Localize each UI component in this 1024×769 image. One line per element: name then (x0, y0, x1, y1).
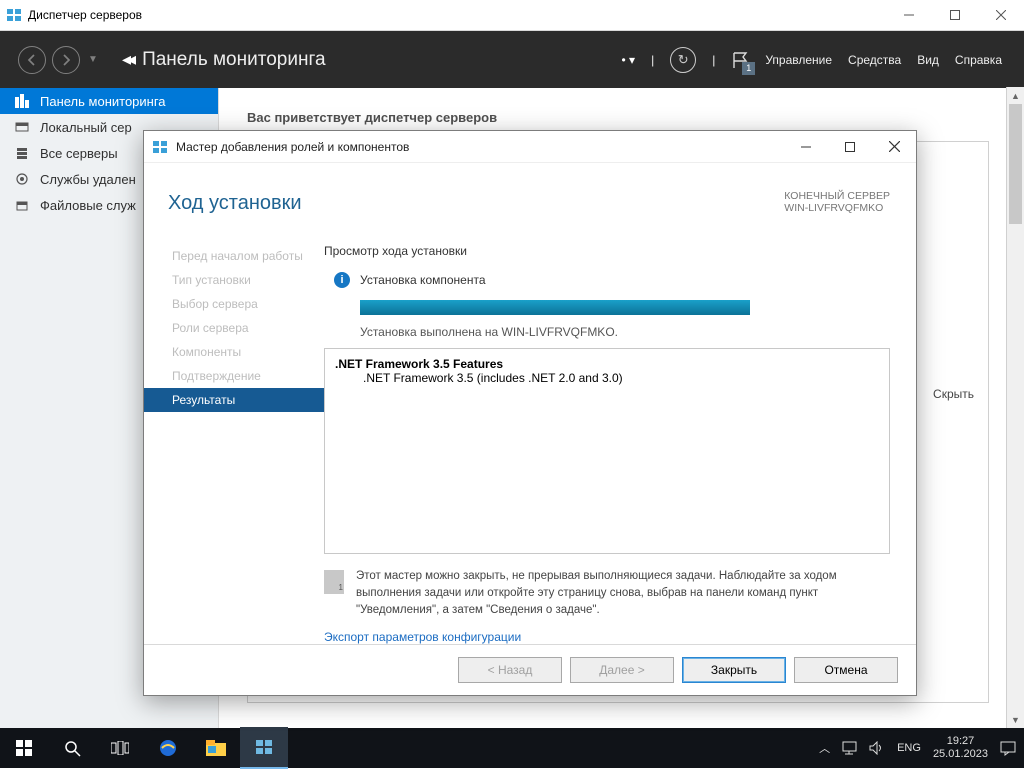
wizard-titlebar: Мастер добавления ролей и компонентов (144, 131, 916, 163)
results-list: .NET Framework 3.5 Features .NET Framewo… (324, 348, 890, 554)
wizard-icon (152, 139, 168, 155)
info-icon: i (334, 272, 350, 288)
wizard-title: Мастер добавления ролей и компонентов (176, 140, 784, 154)
vertical-scrollbar[interactable]: ▲ ▼ (1006, 87, 1024, 728)
step-server-selection: Выбор сервера (144, 292, 324, 316)
tray-language[interactable]: ENG (897, 742, 921, 754)
export-config-link[interactable]: Экспорт параметров конфигурации (324, 630, 890, 644)
window-title: Диспетчер серверов (28, 8, 886, 22)
breadcrumb-back-icon[interactable]: ◂◂ (122, 49, 132, 70)
hide-panel-link[interactable]: Скрыть (933, 387, 974, 401)
wizard-close-button[interactable] (872, 131, 916, 162)
note-flag-icon: 1 (324, 570, 344, 594)
tray-clock[interactable]: 19:27 25.01.2023 (933, 735, 988, 760)
notifications-button[interactable]: 1 (731, 51, 749, 69)
taskbar-explorer[interactable] (192, 728, 240, 768)
page-title: Панель мониторинга (142, 49, 621, 71)
close-button[interactable] (978, 0, 1024, 30)
step-install-type: Тип установки (144, 268, 324, 292)
status-label: Установка компонента (360, 273, 486, 287)
forward-button[interactable] (52, 46, 80, 74)
back-button[interactable] (18, 46, 46, 74)
welcome-heading: Вас приветствует диспетчер серверов (247, 110, 1002, 125)
wizard-step-nav: Перед началом работы Тип установки Выбор… (144, 244, 324, 644)
maximize-button[interactable] (932, 0, 978, 30)
note-text: Этот мастер можно закрыть, не прерывая в… (356, 568, 890, 618)
taskbar: ︿ ENG 19:27 25.01.2023 (0, 728, 1024, 768)
wizard-footer: < Назад Далее > Закрыть Отмена (144, 644, 916, 695)
remote-icon (14, 172, 30, 186)
wizard-maximize-button[interactable] (828, 131, 872, 162)
back-button: < Назад (458, 657, 562, 683)
nav-buttons: ▼ (0, 46, 116, 74)
menu-manage[interactable]: Управление (765, 53, 832, 67)
separator: | (712, 53, 715, 67)
window-titlebar: Диспетчер серверов (0, 0, 1024, 31)
menu-view[interactable]: Вид (917, 53, 939, 67)
tray-time: 19:27 (933, 735, 988, 748)
progress-bar (360, 300, 750, 315)
server-icon (14, 120, 30, 134)
next-button: Далее > (570, 657, 674, 683)
menu-tools[interactable]: Средства (848, 53, 901, 67)
header-bar: ▼ ◂◂ Панель мониторинга • ▾ | ↻ | 1 Упра… (0, 31, 1024, 88)
wizard-subtitle: Просмотр хода установки (324, 244, 890, 258)
servers-icon (14, 146, 30, 160)
dropdown-icon[interactable]: • ▾ (622, 53, 636, 67)
result-child: .NET Framework 3.5 (includes .NET 2.0 an… (335, 371, 879, 385)
wizard-header: Ход установки КОНЕЧНЫЙ СЕРВЕР WIN-LIVFRV… (144, 163, 916, 244)
wizard-content: Просмотр хода установки i Установка комп… (324, 244, 916, 644)
scroll-up-icon[interactable]: ▲ (1007, 87, 1024, 104)
step-results[interactable]: Результаты (144, 388, 324, 412)
step-confirmation: Подтверждение (144, 364, 324, 388)
sidebar-item-label: Панель мониторинга (40, 94, 166, 109)
step-server-roles: Роли сервера (144, 316, 324, 340)
task-view-button[interactable] (96, 728, 144, 768)
separator: | (651, 53, 654, 67)
scroll-thumb[interactable] (1009, 104, 1022, 224)
file-icon (14, 198, 30, 212)
search-button[interactable] (48, 728, 96, 768)
sidebar-item-label: Службы удален (40, 172, 136, 187)
sidebar-item-dashboard[interactable]: Панель мониторинга (0, 88, 218, 114)
menu-help[interactable]: Справка (955, 53, 1002, 67)
cancel-button[interactable]: Отмена (794, 657, 898, 683)
status-done-text: Установка выполнена на WIN-LIVFRVQFMKO. (360, 325, 890, 339)
step-features: Компоненты (144, 340, 324, 364)
taskbar-ie[interactable] (144, 728, 192, 768)
close-dialog-button[interactable]: Закрыть (682, 657, 786, 683)
minimize-button[interactable] (886, 0, 932, 30)
tray-network-icon[interactable] (842, 741, 857, 755)
tray-chevron-up-icon[interactable]: ︿ (819, 740, 830, 756)
dest-label: КОНЕЧНЫЙ СЕРВЕР (784, 190, 890, 202)
result-parent: .NET Framework 3.5 Features (335, 357, 879, 371)
sidebar-item-label: Локальный сер (40, 120, 132, 135)
tray-action-center-icon[interactable] (1000, 741, 1016, 756)
note-row: 1 Этот мастер можно закрыть, не прерывая… (324, 568, 890, 618)
tray-volume-icon[interactable] (869, 741, 885, 755)
notification-badge: 1 (742, 62, 755, 75)
tray-date: 25.01.2023 (933, 748, 988, 761)
scroll-down-icon[interactable]: ▼ (1007, 711, 1024, 728)
start-button[interactable] (0, 728, 48, 768)
wizard-minimize-button[interactable] (784, 131, 828, 162)
dashboard-icon (14, 94, 30, 108)
chevron-down-icon[interactable]: ▼ (88, 54, 98, 65)
wizard-heading: Ход установки (168, 192, 302, 215)
sidebar-item-label: Все серверы (40, 146, 118, 161)
taskbar-server-manager[interactable] (240, 727, 288, 769)
sidebar-item-label: Файловые служ (40, 198, 136, 213)
app-icon (6, 7, 22, 23)
step-before-begin: Перед началом работы (144, 244, 324, 268)
add-roles-wizard-dialog: Мастер добавления ролей и компонентов Хо… (143, 130, 917, 696)
destination-server-info: КОНЕЧНЫЙ СЕРВЕР WIN-LIVFRVQFMKO (784, 190, 890, 214)
dest-server-name: WIN-LIVFRVQFMKO (784, 202, 890, 214)
refresh-button[interactable]: ↻ (670, 47, 696, 73)
